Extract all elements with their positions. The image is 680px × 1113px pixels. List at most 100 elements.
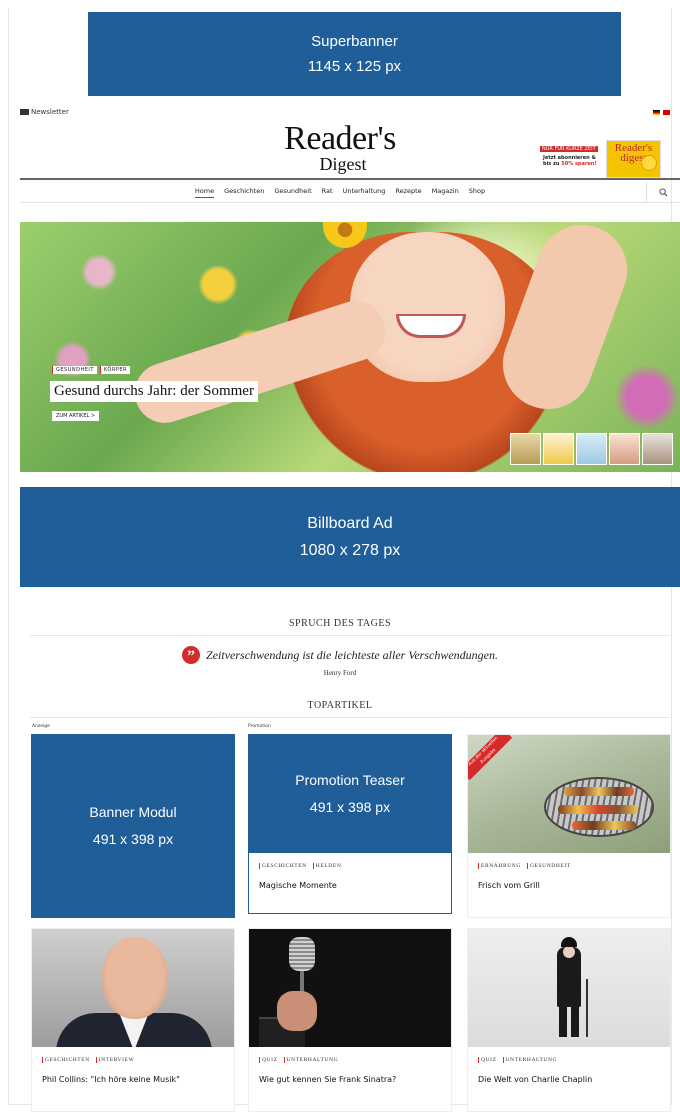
promo-text-box: NUR FÜR KURZE ZEIT Jetzt abonnieren & bi…: [540, 140, 602, 178]
quote-author: Henry Ford: [323, 669, 357, 677]
hero-thumbnail[interactable]: [609, 433, 640, 465]
grill-skewer: [564, 787, 634, 796]
search-icon: [659, 187, 668, 196]
article-title[interactable]: Die Welt von Charlie Chaplin: [478, 1075, 592, 1084]
nav-item-geschichten[interactable]: Geschichten: [224, 187, 264, 198]
language-switcher[interactable]: [653, 110, 670, 115]
quote-text: Zeitverschwendung ist die leichteste all…: [206, 647, 498, 662]
article-image-microphone: [249, 929, 451, 1047]
promo-badge: NUR FÜR KURZE ZEIT: [540, 146, 598, 152]
nav-item-shop[interactable]: Shop: [469, 187, 485, 198]
bowler-hat-icon: [561, 937, 577, 947]
top-articles-heading: TOPARTIKEL: [307, 700, 373, 711]
article-tag[interactable]: INTERVIEW: [95, 1057, 135, 1063]
grill-skewer: [572, 821, 636, 830]
article-title[interactable]: Magische Momente: [259, 881, 337, 890]
nav-item-rat[interactable]: Rat: [322, 187, 333, 198]
portrait-head: [102, 937, 168, 1019]
hero-thumbnail[interactable]: [576, 433, 607, 465]
newsletter-link[interactable]: Newsletter: [20, 108, 69, 116]
envelope-icon: [20, 109, 29, 115]
article-image-grill: Aus der aktuellen Ausgabe: [468, 735, 670, 853]
nav-item-magazin[interactable]: Magazin: [432, 187, 459, 198]
article-card[interactable]: Aus der aktuellen Ausgabe ERNÄHRUNG GESU…: [467, 734, 671, 918]
article-title[interactable]: Wie gut kennen Sie Frank Sinatra?: [259, 1075, 396, 1084]
header-divider: [20, 178, 680, 180]
flag-germany-icon[interactable]: [653, 110, 660, 115]
article-tags: GESCHICHTEN INTERVIEW: [42, 1057, 134, 1063]
article-card[interactable]: GESCHICHTEN INTERVIEW Phil Collins: "Ich…: [31, 928, 235, 1112]
figure-legs: [559, 1007, 579, 1037]
hero-title[interactable]: Gesund durchs Jahr: der Sommer: [50, 381, 258, 402]
hero-thumbnails: [510, 433, 673, 465]
nav-item-home[interactable]: Home: [194, 187, 215, 198]
article-card[interactable]: QUIZ UNTERHALTUNG Wie gut kennen Sie Fra…: [248, 928, 452, 1112]
nav-item-rezepte[interactable]: Rezepte: [395, 187, 421, 198]
flag-switzerland-icon[interactable]: [663, 110, 670, 115]
mic-hand: [277, 991, 317, 1031]
article-tag[interactable]: GESUNDHEIT: [526, 863, 571, 869]
subscription-promo[interactable]: NUR FÜR KURZE ZEIT Jetzt abonnieren & bi…: [540, 140, 662, 178]
banner-modul-size: 491 x 398 px: [92, 831, 174, 847]
promo-line2-prefix: bis zu: [543, 161, 562, 167]
quote-marks-icon: ”: [182, 646, 201, 665]
article-tag[interactable]: GESCHICHTEN: [42, 1057, 90, 1063]
billboard-size: 1080 x 278 px: [299, 542, 401, 559]
quote-section-rule: [30, 635, 670, 636]
nav-bottom-rule: [20, 202, 680, 203]
superbanner-name: Superbanner: [311, 32, 398, 50]
promotion-teaser-card[interactable]: Promotion Teaser 491 x 398 px GESCHICHTE…: [248, 734, 452, 914]
superbanner-ad[interactable]: Superbanner 1145 x 125 px: [88, 12, 621, 96]
promotion-label: Promotion: [248, 724, 271, 729]
article-tag[interactable]: QUIZ: [259, 1057, 278, 1063]
hero-tags: GESUNDHEIT KÖRPER: [52, 366, 130, 374]
newsletter-label: Newsletter: [31, 108, 69, 116]
promotion-teaser-ad: Promotion Teaser 491 x 398 px: [249, 735, 451, 853]
hero-thumbnail[interactable]: [642, 433, 673, 465]
hero-read-more-button[interactable]: ZUM ARTIKEL >: [52, 411, 100, 421]
magazine-cover: Reader's digest: [606, 140, 661, 178]
banner-modul-ad[interactable]: Banner Modul 491 x 398 px: [31, 734, 235, 918]
article-title[interactable]: Frisch vom Grill: [478, 881, 540, 890]
top-articles-rule: [30, 717, 670, 718]
article-tag[interactable]: GESCHICHTEN: [259, 863, 307, 869]
hero-thumbnail[interactable]: [510, 433, 541, 465]
hero-thumbnail[interactable]: [543, 433, 574, 465]
article-tag[interactable]: ERNÄHRUNG: [478, 863, 521, 869]
promotion-teaser-size: 491 x 398 px: [309, 799, 391, 815]
article-tag[interactable]: HELDEN: [312, 863, 342, 869]
figure-face: [563, 946, 575, 958]
hero-tag[interactable]: KÖRPER: [99, 366, 130, 374]
promo-card-tags: GESCHICHTEN HELDEN: [259, 863, 341, 869]
hero-tag[interactable]: GESUNDHEIT: [52, 366, 97, 374]
article-title[interactable]: Phil Collins: "Ich höre keine Musik": [42, 1075, 180, 1084]
smiley-face-icon: [641, 155, 657, 171]
main-nav: Home Geschichten Gesundheit Rat Unterhal…: [0, 187, 680, 198]
promo-line2: bis zu 50% sparen!: [540, 161, 602, 167]
cane-icon: [586, 979, 588, 1037]
article-tag[interactable]: UNTERHALTUNG: [283, 1057, 339, 1063]
article-card[interactable]: QUIZ UNTERHALTUNG Die Welt von Charlie C…: [467, 928, 671, 1112]
search-button[interactable]: [646, 182, 680, 202]
article-tags: QUIZ UNTERHALTUNG: [259, 1057, 338, 1063]
superbanner-size: 1145 x 125 px: [307, 58, 402, 75]
article-tags: QUIZ UNTERHALTUNG: [478, 1057, 557, 1063]
promotion-teaser-name: Promotion Teaser: [295, 772, 405, 789]
billboard-ad[interactable]: Billboard Ad 1080 x 278 px: [20, 487, 680, 587]
anzeige-label: Anzeige: [32, 724, 50, 729]
article-image-phil-collins: [32, 929, 234, 1047]
article-tag[interactable]: QUIZ: [478, 1057, 497, 1063]
banner-modul-name: Banner Modul: [89, 804, 177, 821]
article-tag[interactable]: UNTERHALTUNG: [502, 1057, 558, 1063]
nav-item-unterhaltung[interactable]: Unterhaltung: [343, 187, 386, 198]
microphone-icon: [289, 937, 315, 971]
article-image-charlie-chaplin: [468, 929, 670, 1047]
quote-of-the-day: ” Zeitverschwendung ist die leichteste a…: [0, 646, 680, 665]
current-issue-ribbon: Aus der aktuellen Ausgabe: [468, 735, 513, 781]
promo-percent: 50% sparen!: [561, 161, 597, 167]
quote-section-heading: SPRUCH DES TAGES: [288, 618, 392, 629]
billboard-name: Billboard Ad: [307, 514, 393, 532]
nav-item-gesundheit[interactable]: Gesundheit: [274, 187, 311, 198]
grill-skewer: [558, 805, 638, 814]
article-tags: ERNÄHRUNG GESUNDHEIT: [478, 863, 571, 869]
